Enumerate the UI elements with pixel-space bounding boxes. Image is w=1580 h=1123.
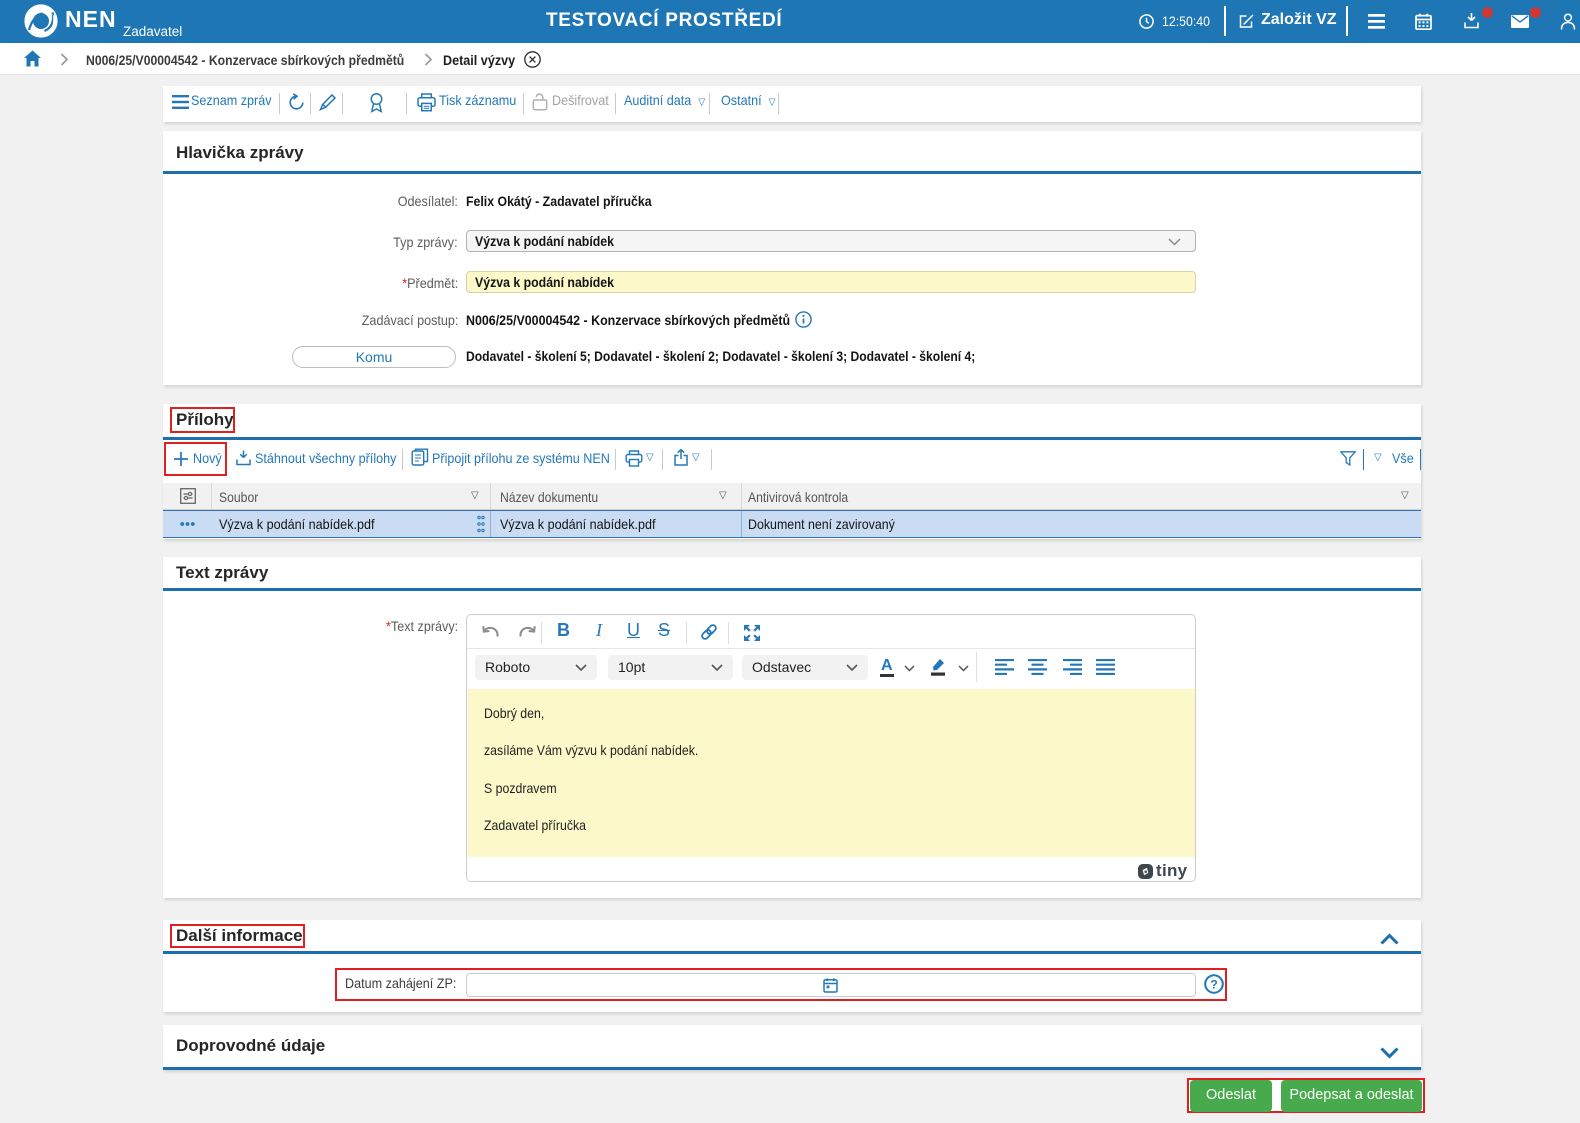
svg-text:?: ? xyxy=(1210,977,1218,991)
